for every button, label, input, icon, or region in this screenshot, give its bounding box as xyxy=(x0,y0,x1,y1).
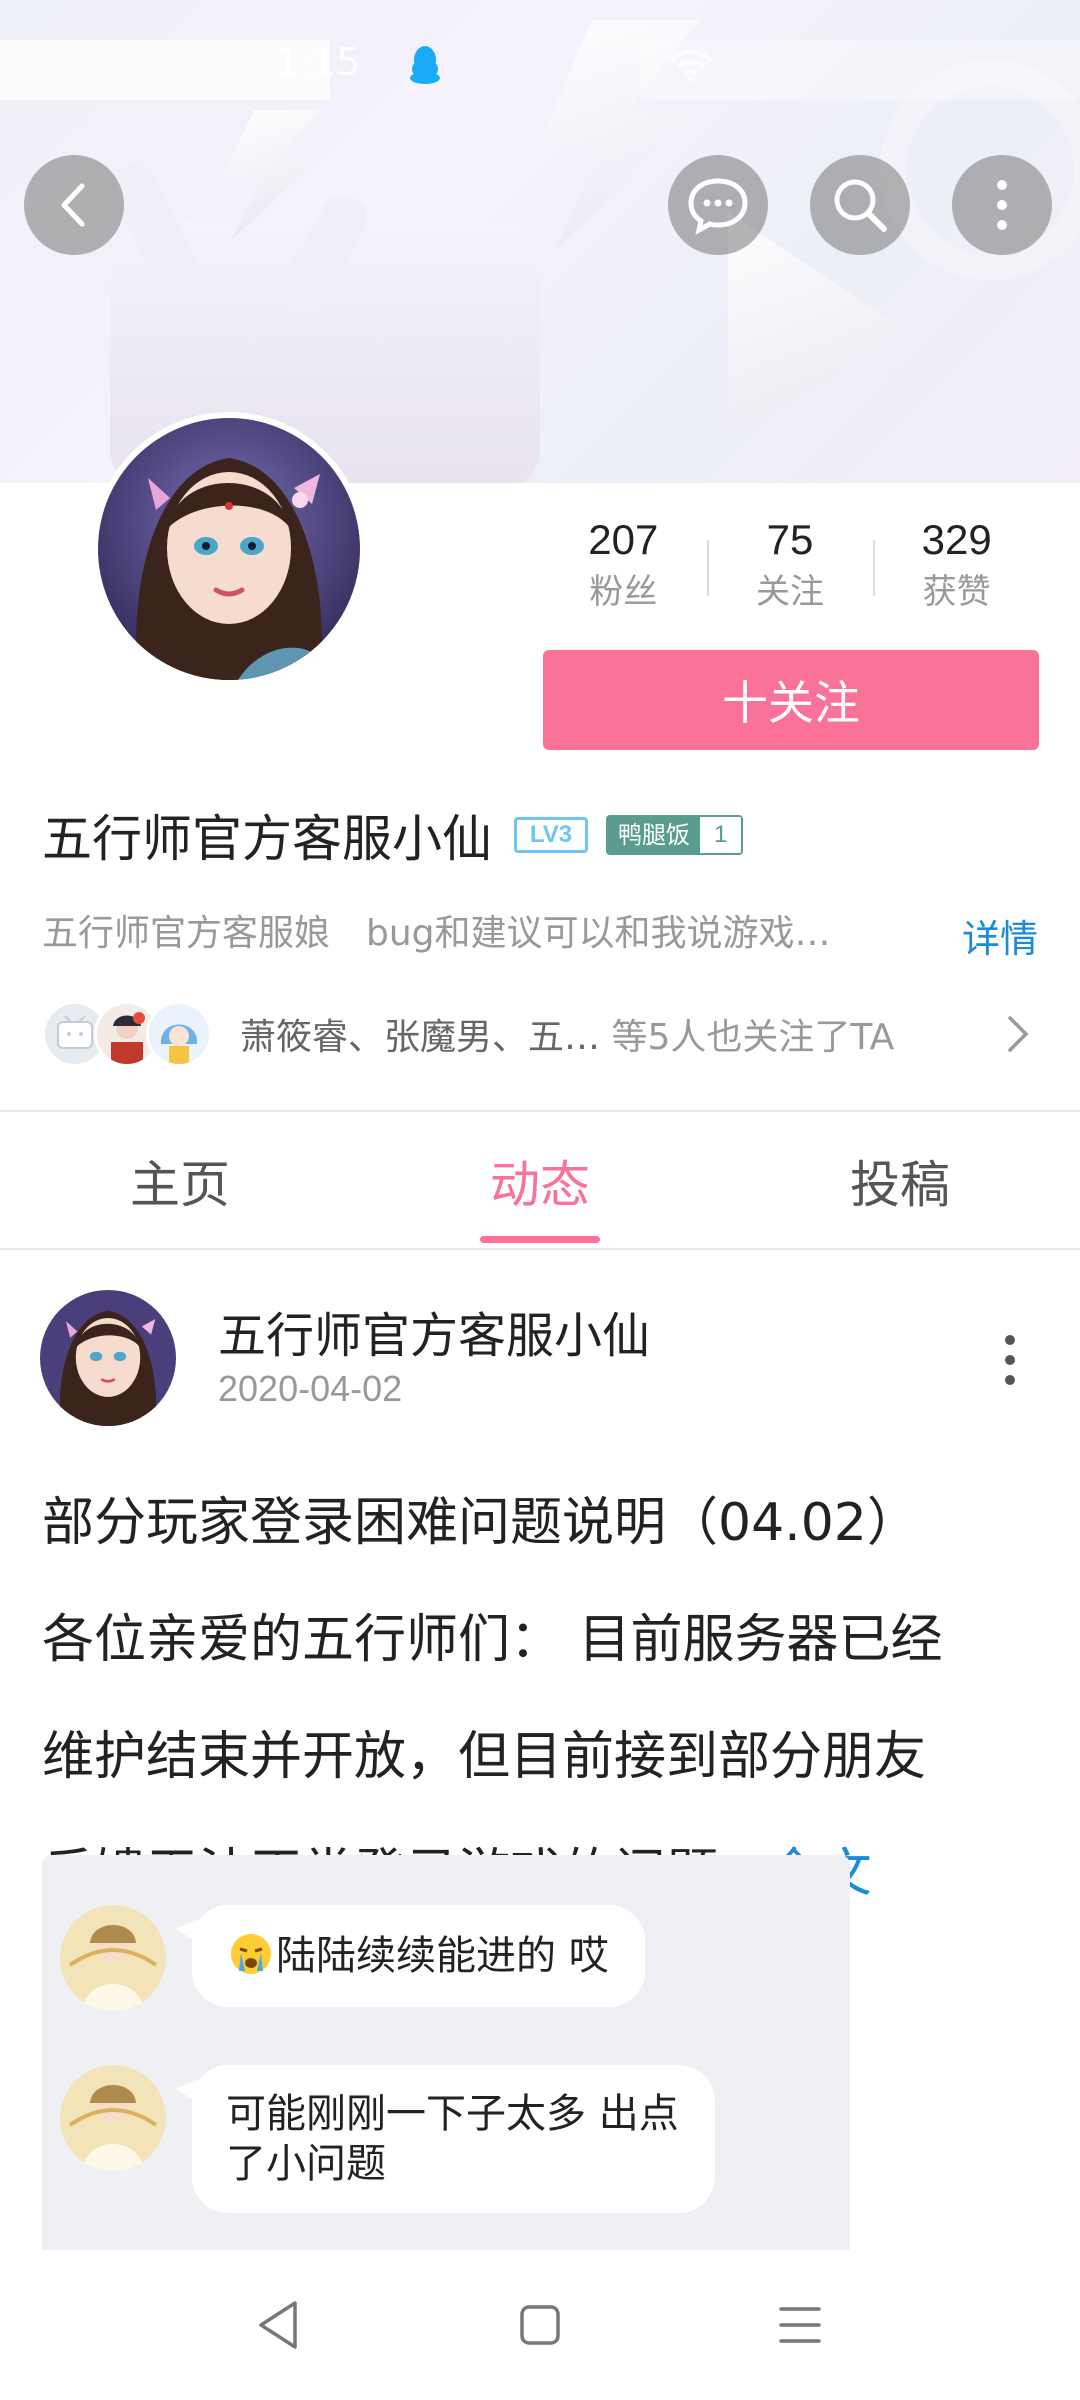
avatar-illustration xyxy=(98,418,360,680)
chat-avatar xyxy=(60,1905,166,2011)
fan-medal-level: 1 xyxy=(700,817,742,853)
chat-avatar xyxy=(60,2065,166,2171)
chat-bubble-icon xyxy=(688,178,748,235)
profile-avatar[interactable] xyxy=(92,412,366,686)
more-button[interactable] xyxy=(952,155,1052,255)
detail-link[interactable]: 详情 xyxy=(962,908,1038,963)
crying-emoji-icon xyxy=(231,1934,271,1974)
profile-tabs: 主页 动态 投稿 xyxy=(0,1113,1080,1249)
stat-following[interactable]: 75 关注 xyxy=(706,510,874,620)
chat-bubble: 陆陆续续能进的 哎 xyxy=(176,1905,645,2007)
stat-value: 329 xyxy=(921,516,992,563)
qq-icon xyxy=(410,46,440,84)
stat-value: 207 xyxy=(588,516,659,563)
post-author-avatar[interactable] xyxy=(40,1290,176,1426)
divider xyxy=(0,1248,1080,1250)
stat-label: 获赞 xyxy=(922,572,991,612)
message-button[interactable] xyxy=(668,155,768,255)
system-navigation-bar xyxy=(0,2250,1080,2400)
square-home-icon xyxy=(520,2305,560,2345)
post-line: 部分玩家登录困难问题说明（04.02） xyxy=(42,1493,919,1553)
status-time: 1:15 xyxy=(275,40,361,84)
back-button[interactable] xyxy=(24,155,124,255)
search-button[interactable] xyxy=(810,155,910,255)
stat-fans[interactable]: 207 粉丝 xyxy=(540,510,707,620)
chat-bubble: 可能刚刚一下子太多 出点 了小问题 xyxy=(176,2065,715,2213)
post-line: 维护结束并开放，但目前接到部分朋友 xyxy=(42,1727,927,1787)
user-signature: 五行师官方客服娘 bug和建议可以和我说游戏… xyxy=(42,913,831,954)
chevron-right-icon xyxy=(1008,1016,1029,1052)
mutual-followers-names: 萧筱睿、张魔男、五… xyxy=(240,1017,601,1058)
triangle-back-icon xyxy=(259,2301,297,2349)
stat-label: 关注 xyxy=(756,572,824,612)
chat-message: 陆陆续续能进的 哎 xyxy=(60,1905,645,2011)
user-name: 五行师官方客服小仙 xyxy=(42,810,492,868)
mutual-followers-text: 萧筱睿、张魔男、五… 等5人也关注了TA xyxy=(240,1008,894,1060)
status-bar: 1:15 xyxy=(0,40,1080,100)
post-more-icon[interactable] xyxy=(990,1330,1030,1390)
chat-message: 可能刚刚一下子太多 出点 了小问题 xyxy=(60,2065,715,2213)
post-line: 各位亲爱的五行师们： 目前服务器已经 xyxy=(42,1610,943,1670)
tab-dynamics[interactable]: 动态 xyxy=(360,1113,720,1249)
profile-stats: 207 粉丝 75 关注 329 获赞 xyxy=(540,510,1040,620)
chat-text: 了小问题 xyxy=(226,2141,386,2187)
chevron-left-icon xyxy=(61,183,85,227)
mutual-followers-suffix: 等5人也关注了TA xyxy=(611,1017,895,1058)
profile-banner: 1:15 xyxy=(0,0,1080,483)
level-badge: LV3 xyxy=(514,817,588,853)
stat-value: 75 xyxy=(766,516,814,563)
mutual-followers-row[interactable]: 萧筱睿、张魔男、五… 等5人也关注了TA xyxy=(42,994,1042,1074)
more-vertical-icon xyxy=(997,180,1007,230)
tab-submissions[interactable]: 投稿 xyxy=(720,1113,1080,1249)
search-icon xyxy=(834,179,887,232)
chat-text: 陆陆续续能进的 哎 xyxy=(276,1933,609,1979)
divider xyxy=(0,1110,1080,1112)
post-image-chat[interactable]: 陆陆续续能进的 哎 可能刚刚一下子太多 出点 了小问题 xyxy=(42,1855,850,2255)
chat-text: 可能刚刚一下子太多 出点 xyxy=(226,2091,679,2137)
wifi-icon xyxy=(669,50,713,82)
follower-avatar xyxy=(146,1001,212,1067)
nav-home-button[interactable] xyxy=(505,2290,575,2360)
menu-lines-icon xyxy=(779,2307,821,2343)
sign-row: 五行师官方客服娘 bug和建议可以和我说游戏… 详情 xyxy=(42,902,1042,961)
fan-medal-name: 鸭腿饭 xyxy=(608,817,700,853)
stat-label: 粉丝 xyxy=(589,572,658,612)
tab-home[interactable]: 主页 xyxy=(0,1113,360,1249)
stat-likes[interactable]: 329 获赞 xyxy=(873,510,1040,620)
nav-menu-button[interactable] xyxy=(765,2290,835,2360)
fan-medal-badge[interactable]: 鸭腿饭 1 xyxy=(606,815,744,855)
name-row: 五行师官方客服小仙 LV3 鸭腿饭 1 xyxy=(42,800,744,870)
post-author-name[interactable]: 五行师官方客服小仙 xyxy=(218,1296,650,1366)
follow-button[interactable]: 十关注 xyxy=(543,650,1039,750)
post-date: 2020-04-02 xyxy=(218,1368,403,1409)
nav-back-button[interactable] xyxy=(243,2290,313,2360)
